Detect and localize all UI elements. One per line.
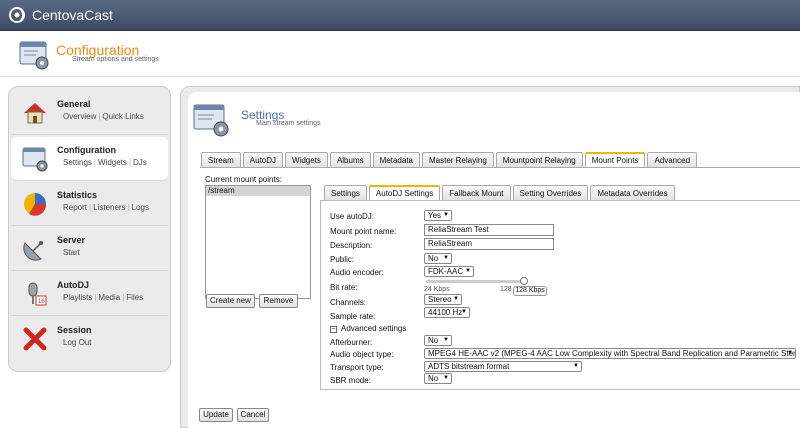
sidebar-link-overview[interactable]: Overview [63,112,96,121]
settings-window-icon [193,104,229,137]
window-gear-icon [19,41,49,70]
sidebar-link-start[interactable]: Start [63,248,80,257]
description-input[interactable]: ReliaStream [424,238,554,250]
mount-points-list[interactable]: /stream [205,185,311,299]
main-tabs: Stream AutoDJ Widgets Albums Metadata Ma… [201,152,698,167]
tab-advanced[interactable]: Advanced [647,152,698,167]
sidebar-item-configuration[interactable]: Configuration Settings | Widgets | DJs [11,137,168,181]
settings-subtitle: Main stream settings [256,120,321,127]
house-icon [24,103,46,124]
subtab-settings[interactable]: Settings [324,185,367,200]
bitrate-min-label: 24 Kbps [424,286,450,293]
sidebar-link-settings[interactable]: Settings [63,158,92,167]
subtab-setting-overrides[interactable]: Setting Overrides [512,185,589,200]
collapse-icon: − [330,326,337,333]
use-autodj-select[interactable]: Yes [424,210,452,221]
advanced-settings-label: Advanced settings [341,324,407,333]
public-label: Public: [330,255,355,264]
sidebar-link-djs[interactable]: DJs [133,158,147,167]
window-gear-icon [22,147,48,172]
sidebar-item-title: Server [57,235,86,245]
advanced-settings-toggle[interactable]: − Advanced settings [330,324,406,333]
use-autodj-label: Use autoDJ: [330,212,375,221]
mount-points-panel: Current mount points: /stream [200,175,311,309]
page-subtitle: Stream options and settings [72,56,159,63]
sidebar-link-playlists[interactable]: Playlists [63,293,92,302]
create-new-button[interactable]: Create new [206,294,255,308]
sidebar-item-general[interactable]: General Overview | Quick Links [11,91,168,135]
sidebar-link-files[interactable]: Files [126,293,143,302]
sidebar-link-report[interactable]: Report [63,203,87,212]
audio-object-type-label: Audio object type: [330,350,394,359]
mount-name-input[interactable]: ReliaStream Test [424,224,554,236]
sidebar-link-quick-links[interactable]: Quick Links [102,112,143,121]
transport-type-select[interactable]: ADTS bitstream format [424,361,582,372]
audio-object-type-select[interactable]: MPEG4 HE-AAC v2 (MPEG-4 AAC Low Complexi… [424,348,796,359]
sample-rate-label: Sample rate: [330,312,376,321]
sidebar-item-session[interactable]: Session Log Out [11,317,168,361]
channels-label: Channels: [330,298,367,307]
svg-text:16: 16 [38,299,45,305]
microphone-icon: 16 [28,282,47,306]
bitrate-value-tooltip: 128 Kbps [513,286,547,296]
sample-rate-select[interactable]: 44100 Hz [424,307,470,318]
sidebar-link-logs[interactable]: Logs [132,203,149,212]
sidebar-link-widgets[interactable]: Widgets [98,158,127,167]
update-button[interactable]: Update [199,408,233,422]
tab-metadata[interactable]: Metadata [372,152,420,167]
pie-chart-icon [24,193,47,216]
sidebar-item-title: Statistics [57,190,98,200]
sidebar-item-autodj[interactable]: 16 AutoDJ Playlists | Media | Files [11,272,168,316]
satellite-dish-icon [23,241,43,261]
bitrate-slider-handle[interactable] [520,277,528,285]
sidebar-link-listeners[interactable]: Listeners [93,203,125,212]
sbr-mode-select[interactable]: No [424,373,452,384]
audio-encoder-label: Audio encoder: [330,268,384,277]
page-header: Configuration Stream options and setting… [0,31,800,77]
tab-widgets[interactable]: Widgets [285,152,328,167]
sidebar-link-media[interactable]: Media [98,293,120,302]
tab-mount-points[interactable]: Mount Points [584,152,646,167]
sidebar-link-log-out[interactable]: Log Out [63,338,91,347]
sbr-mode-label: SBR mode: [330,376,371,385]
red-x-icon [23,327,47,351]
tab-stream[interactable]: Stream [201,152,241,167]
logo: CentovaCast [8,6,113,24]
tab-divider [200,167,800,168]
bitrate-max-label: 128 [500,286,512,293]
public-select[interactable]: No [424,253,452,264]
subtab-fallback-mount[interactable]: Fallback Mount [442,185,511,200]
afterburner-label: Afterburner: [330,338,373,347]
list-item[interactable]: /stream [206,186,310,196]
bitrate-label: Bit rate: [330,283,358,292]
subtab-metadata-overrides[interactable]: Metadata Overrides [590,185,675,200]
afterburner-select[interactable]: No [424,335,452,346]
subtab-autodj-settings[interactable]: AutoDJ Settings [368,185,441,200]
app-name: CentovaCast [32,7,113,23]
channels-select[interactable]: Stereo [424,294,462,305]
remove-button[interactable]: Remove [259,294,298,308]
sidebar-item-title: AutoDJ [57,280,89,290]
sidebar-item-title: Configuration [57,145,116,155]
cancel-button[interactable]: Cancel [237,408,269,422]
sidebar-item-title: Session [57,325,92,335]
transport-type-label: Transport type: [330,363,384,372]
tab-autodj[interactable]: AutoDJ [242,152,284,167]
top-bar: CentovaCast [0,0,800,31]
sidebar-item-statistics[interactable]: Statistics Report | Listeners | Logs [11,182,168,226]
centova-logo-icon [9,7,25,23]
sidebar: General Overview | Quick Links Configurati… [8,86,171,372]
sidebar-item-title: General [57,99,91,109]
mount-name-label: Mount point name: [330,227,397,236]
tab-albums[interactable]: Albums [329,152,371,167]
mount-points-label: Current mount points: [205,175,282,184]
audio-encoder-select[interactable]: FDK-AAC [424,266,474,277]
bitrate-slider[interactable] [426,277,528,285]
tab-mountpoint-relaying[interactable]: Mountpoint Relaying [495,152,583,167]
description-label: Description: [330,241,373,250]
sub-tabs: Settings AutoDJ Settings Fallback Mount … [324,185,675,200]
tab-master-relaying[interactable]: Master Relaying [421,152,494,167]
sidebar-item-server[interactable]: Server Start [11,227,168,271]
